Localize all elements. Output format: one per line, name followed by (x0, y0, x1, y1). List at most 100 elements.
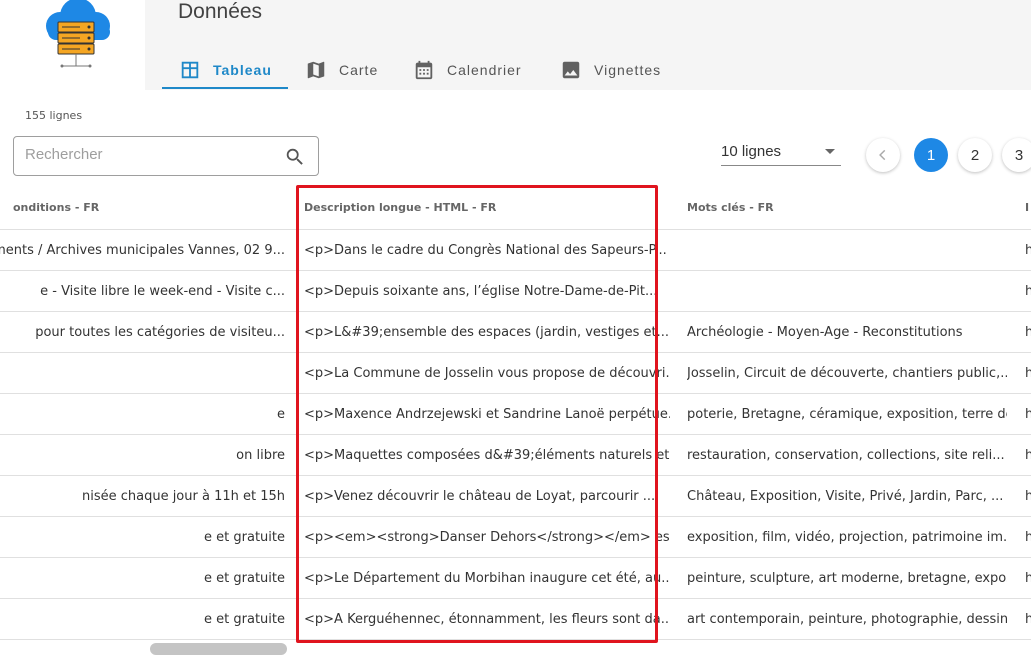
cell-description-text: <p><em><strong>Danser Dehors</strong></e… (304, 530, 670, 545)
cell-next-text: h (1025, 530, 1031, 545)
search-field[interactable] (13, 136, 319, 176)
cell-conditions: nisée chaque jour à 11h et 15h (0, 476, 285, 517)
cell-description-text: <p>Le Département du Morbihan inaugure c… (304, 571, 670, 586)
cell-description: <p>Le Département du Morbihan inaugure c… (304, 558, 670, 599)
page-button-1[interactable]: 1 (914, 138, 948, 172)
table-row[interactable]: pour toutes les catégories de visiteu...… (0, 312, 1031, 353)
cell-description: <p>Maxence Andrzejewski et Sandrine Lano… (304, 394, 670, 435)
cell-conditions-text: e et gratuite (204, 571, 285, 586)
cell-next: h (1025, 230, 1031, 271)
cell-next-text: h (1025, 489, 1031, 504)
tab-vignettes[interactable]: Vignettes (560, 50, 661, 90)
cell-next-text: h (1025, 612, 1031, 627)
cell-conditions: e et gratuite (0, 558, 285, 599)
cell-keywords-text: restauration, conservation, collections,… (687, 448, 1005, 463)
cell-next-text: h (1025, 366, 1031, 381)
table-row[interactable]: e <p>Maxence Andrzejewski et Sandrine Lan… (0, 394, 1031, 435)
tab-carte[interactable]: Carte (305, 50, 378, 90)
caret-down-icon (825, 149, 835, 154)
cell-next-text: h (1025, 407, 1031, 422)
cell-conditions-text: e (277, 407, 285, 422)
cell-description: <p>L&#39;ensemble des espaces (jardin, v… (304, 312, 670, 353)
cell-keywords: Château, Exposition, Visite, Privé, Jard… (687, 476, 1007, 517)
cell-next: h (1025, 517, 1031, 558)
cell-conditions: on libre (0, 435, 285, 476)
cell-conditions-text: pour toutes les catégories de visiteu... (35, 325, 285, 340)
cell-keywords-text: Château, Exposition, Visite, Privé, Jard… (687, 489, 1004, 504)
cell-keywords-text: exposition, film, vidéo, projection, pat… (687, 530, 1007, 545)
tab-label: Carte (339, 62, 379, 78)
cell-conditions: pour toutes les catégories de visiteu... (0, 312, 285, 353)
horizontal-scrollbar[interactable] (150, 643, 287, 655)
table-row[interactable]: nisée chaque jour à 11h et 15h <p>Venez d… (0, 476, 1031, 517)
table-row[interactable]: ments / Archives municipales Vannes, 02 … (0, 230, 1031, 271)
map-icon (307, 61, 325, 79)
cell-next: h (1025, 599, 1031, 640)
cell-description-text: <p>La Commune de Josselin vous propose d… (304, 366, 670, 381)
column-header-keywords[interactable]: Mots clés - FR (687, 185, 1007, 229)
tab-label: Vignettes (594, 62, 662, 78)
tab-label: Calendrier (447, 62, 522, 78)
cell-conditions-text: e et gratuite (204, 612, 285, 627)
logo (0, 0, 145, 90)
cell-keywords-text: Archéologie - Moyen-Age - Reconstitution… (687, 325, 963, 340)
search-input[interactable] (25, 146, 275, 163)
active-tab-indicator (162, 87, 288, 89)
cell-next: h (1025, 353, 1031, 394)
table-row[interactable]: <p>La Commune de Josselin vous propose d… (0, 353, 1031, 394)
cell-next-text: h (1025, 243, 1031, 258)
app-header: Données Tableau Carte Calendrier Vignett… (0, 0, 1031, 90)
cell-next: h (1025, 476, 1031, 517)
cell-keywords: art contemporain, peinture, photographie… (687, 599, 1007, 640)
previous-page-button[interactable] (866, 138, 900, 172)
cell-keywords-text: peinture, sculpture, art moderne, bretag… (687, 571, 1007, 586)
table-row[interactable]: e et gratuite <p><em><strong>Danser Dehor… (0, 517, 1031, 558)
cell-description-text: <p>Venez découvrir le château de Loyat, … (304, 489, 656, 504)
cell-description-text: <p>Depuis soixante ans, l’église Notre-D… (304, 284, 658, 299)
cell-next-text: h (1025, 284, 1031, 299)
table-row[interactable]: e et gratuite <p>Le Département du Morbih… (0, 558, 1031, 599)
cell-conditions-text: e - Visite libre le week-end - Visite c.… (40, 284, 285, 299)
table-row[interactable]: e - Visite libre le week-end - Visite c.… (0, 271, 1031, 312)
tab-calendrier[interactable]: Calendrier (413, 50, 522, 90)
cell-keywords: poterie, Bretagne, céramique, exposition… (687, 394, 1007, 435)
cell-keywords-text: art contemporain, peinture, photographie… (687, 612, 1007, 627)
cell-keywords: restauration, conservation, collections,… (687, 435, 1007, 476)
page-button-2[interactable]: 2 (958, 138, 992, 172)
tab-tableau[interactable]: Tableau (179, 50, 272, 90)
cell-next: h (1025, 435, 1031, 476)
column-header-conditions[interactable]: onditions - FR (13, 185, 293, 229)
cell-next: h (1025, 394, 1031, 435)
cell-description-text: <p>A Kerguéhennec, étonnamment, les fleu… (304, 612, 670, 627)
cell-keywords (687, 230, 1007, 271)
cell-keywords: Josselin, Circuit de découverte, chantie… (687, 353, 1007, 394)
cell-keywords-text: Josselin, Circuit de découverte, chantie… (687, 366, 1007, 381)
cell-conditions-text: e et gratuite (204, 530, 285, 545)
cell-next-text: h (1025, 571, 1031, 586)
cell-keywords (687, 271, 1007, 312)
image-icon (562, 61, 580, 79)
cell-conditions-text: on libre (236, 448, 285, 463)
page-button-3[interactable]: 3 (1002, 138, 1031, 172)
cell-conditions-text: nisée chaque jour à 11h et 15h (81, 489, 285, 504)
cell-description: <p><em><strong>Danser Dehors</strong></e… (304, 517, 670, 558)
cell-conditions: e (0, 394, 285, 435)
search-icon[interactable] (284, 146, 306, 168)
column-header-next[interactable]: I (1025, 185, 1031, 229)
table-row[interactable]: e et gratuite <p>A Kerguéhennec, étonnamm… (0, 599, 1031, 640)
cell-description-text: <p>Maquettes composées d&#39;éléments na… (304, 448, 670, 463)
cell-conditions: e - Visite libre le week-end - Visite c.… (0, 271, 285, 312)
table-row[interactable]: on libre <p>Maquettes composées d&#39;élé… (0, 435, 1031, 476)
cell-conditions: ments / Archives municipales Vannes, 02 … (0, 230, 285, 271)
cell-description-text: <p>L&#39;ensemble des espaces (jardin, v… (304, 325, 670, 340)
column-header-description[interactable]: Description longue - HTML - FR (304, 185, 664, 229)
rows-per-page-select[interactable]: 10 lignes (721, 142, 841, 166)
chevron-left-icon (879, 149, 886, 161)
cell-keywords: Archéologie - Moyen-Age - Reconstitution… (687, 312, 1007, 353)
cell-next-text: h (1025, 325, 1031, 340)
cell-next: h (1025, 312, 1031, 353)
cell-next: h (1025, 271, 1031, 312)
cell-next: h (1025, 558, 1031, 599)
cell-next-text: h (1025, 448, 1031, 463)
cell-keywords: exposition, film, vidéo, projection, pat… (687, 517, 1007, 558)
